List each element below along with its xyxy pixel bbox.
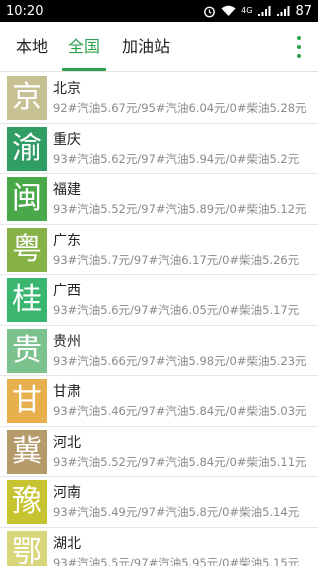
province-badge: 京 <box>7 76 47 120</box>
province-badge: 甘 <box>7 379 47 423</box>
province-badge: 桂 <box>7 278 47 322</box>
tab-national[interactable]: 全国 <box>68 22 100 72</box>
list-item[interactable]: 粤 广东 93#汽油5.7元/97#汽油6.17元/0#柴油5.26元 <box>0 225 318 275</box>
province-badge: 贵 <box>7 328 47 373</box>
price-summary: 93#汽油5.6元/97#汽油6.05元/0#柴油5.17元 <box>53 303 300 317</box>
province-price-list: 京 北京 92#汽油5.67元/95#汽油6.04元/0#柴油5.28元 渝 重… <box>0 73 318 566</box>
price-summary: 93#汽油5.7元/97#汽油6.17元/0#柴油5.26元 <box>53 252 300 267</box>
tab-gas-station[interactable]: 加油站 <box>122 22 170 72</box>
list-item[interactable]: 鄂 湖北 93#汽油5.5元/97#汽油5.95元/0#柴油5.15元 <box>0 528 318 566</box>
province-name: 湖北 <box>53 535 81 552</box>
province-name: 重庆 <box>53 131 81 148</box>
price-summary: 93#汽油5.62元/97#汽油5.94元/0#柴油5.2元 <box>53 151 300 166</box>
network-type-label: 4G <box>241 6 253 15</box>
alarm-icon <box>203 5 216 18</box>
list-item[interactable]: 甘 甘肃 93#汽油5.46元/97#汽油5.84元/0#柴油5.03元 <box>0 376 318 427</box>
price-summary: 93#汽油5.5元/97#汽油5.95元/0#柴油5.15元 <box>53 555 300 566</box>
signal-secondary-icon <box>276 5 290 17</box>
price-summary: 93#汽油5.52元/97#汽油5.89元/0#柴油5.12元 <box>53 202 307 216</box>
province-badge: 鄂 <box>7 530 47 566</box>
list-item[interactable]: 贵 贵州 93#汽油5.66元/97#汽油5.98元/0#柴油5.23元 <box>0 326 318 376</box>
more-options-icon[interactable] <box>292 36 306 58</box>
price-summary: 93#汽油5.52元/97#汽油5.84元/0#柴油5.11元 <box>53 454 307 469</box>
province-badge: 冀 <box>7 429 47 474</box>
active-tab-indicator <box>62 68 106 71</box>
province-badge: 闽 <box>7 177 47 221</box>
price-summary: 93#汽油5.49元/97#汽油5.8元/0#柴油5.14元 <box>53 505 300 519</box>
list-item[interactable]: 闽 福建 93#汽油5.52元/97#汽油5.89元/0#柴油5.12元 <box>0 174 318 225</box>
signal-icon <box>257 5 271 17</box>
list-item[interactable]: 冀 河北 93#汽油5.52元/97#汽油5.84元/0#柴油5.11元 <box>0 427 318 477</box>
price-summary: 92#汽油5.67元/95#汽油6.04元/0#柴油5.28元 <box>53 101 307 115</box>
tab-bar: 本地 全国 加油站 <box>0 22 318 72</box>
province-badge: 粤 <box>7 227 47 272</box>
list-item[interactable]: 京 北京 92#汽油5.67元/95#汽油6.04元/0#柴油5.28元 <box>0 73 318 124</box>
province-name: 河南 <box>53 485 81 501</box>
province-name: 贵州 <box>53 333 81 350</box>
province-name: 广西 <box>53 283 81 299</box>
status-bar: 10:20 4G 87 <box>0 0 318 22</box>
tab-local[interactable]: 本地 <box>16 22 48 72</box>
province-badge: 豫 <box>7 480 47 524</box>
wifi-icon <box>221 5 236 17</box>
battery-level: 87 <box>295 3 312 19</box>
province-name: 广东 <box>53 232 81 249</box>
price-summary: 93#汽油5.66元/97#汽油5.98元/0#柴油5.23元 <box>53 353 307 368</box>
list-item[interactable]: 豫 河南 93#汽油5.49元/97#汽油5.8元/0#柴油5.14元 <box>0 477 318 528</box>
province-name: 甘肃 <box>53 384 81 400</box>
province-name: 河北 <box>53 434 81 451</box>
province-name: 北京 <box>53 81 81 97</box>
province-name: 福建 <box>53 182 81 198</box>
price-summary: 93#汽油5.46元/97#汽油5.84元/0#柴油5.03元 <box>53 404 307 418</box>
status-time: 10:20 <box>6 3 44 19</box>
status-icons: 4G 87 <box>203 4 312 19</box>
list-item[interactable]: 桂 广西 93#汽油5.6元/97#汽油6.05元/0#柴油5.17元 <box>0 275 318 326</box>
network-type-icon: 4G <box>241 7 252 15</box>
list-item[interactable]: 渝 重庆 93#汽油5.62元/97#汽油5.94元/0#柴油5.2元 <box>0 124 318 174</box>
province-badge: 渝 <box>7 126 47 171</box>
